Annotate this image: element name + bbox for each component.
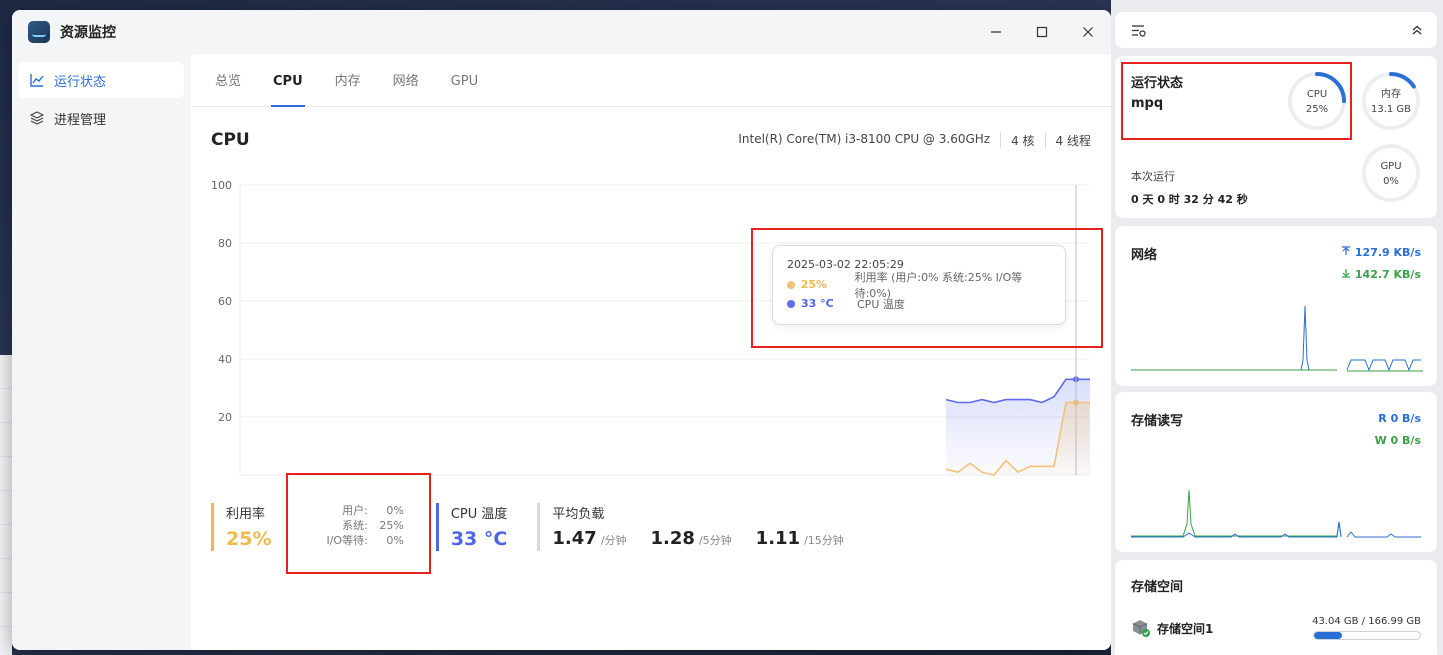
network-download: 142.7 KB/s — [1341, 268, 1421, 281]
disk-read: R 0 B/s — [1378, 412, 1421, 425]
y-tick-label: 60 — [218, 295, 232, 308]
sidebar-item-process[interactable]: 进程管理 — [18, 100, 184, 136]
collapse-icon[interactable] — [1411, 24, 1423, 36]
highlight-box-breakdown — [286, 473, 431, 574]
load-label: 平均负载 — [552, 507, 605, 522]
tab-overview[interactable]: 总览 — [215, 70, 241, 106]
maximize-icon — [1036, 26, 1048, 38]
settings-list-icon[interactable] — [1131, 24, 1147, 37]
util-value: 25% — [226, 528, 272, 550]
layers-icon — [30, 111, 44, 125]
disk-io-card[interactable]: 存储读写 R 0 B/s W 0 B/s — [1115, 392, 1437, 552]
y-tick-label: 80 — [218, 237, 232, 250]
mem-ring-label: 内存 — [1381, 89, 1401, 100]
mem-ring-value: 13.1 GB — [1370, 104, 1412, 115]
network-title: 网络 — [1131, 248, 1158, 263]
disk-io-sparkline — [1131, 489, 1421, 538]
cpu-title: CPU — [211, 130, 250, 150]
tab-cpu[interactable]: CPU — [271, 74, 305, 107]
uptime-value: 0 天 0 时 32 分 42 秒 — [1131, 193, 1248, 206]
util-label: 利用率 — [226, 507, 266, 522]
line-chart-icon — [30, 74, 44, 87]
cpu-threads: 4 线程 — [1044, 131, 1091, 149]
sidebar: 运行状态 进程管理 — [12, 54, 190, 650]
disk-io-title: 存储读写 — [1131, 414, 1184, 429]
highlight-box-tooltip — [751, 228, 1103, 348]
tab-memory[interactable]: 内存 — [335, 70, 361, 106]
storage-name: 存储空间1 — [1157, 621, 1214, 636]
maximize-button[interactable] — [1019, 10, 1065, 54]
y-tick-label: 20 — [218, 411, 232, 424]
gpu-ring: GPU 0% — [1360, 142, 1422, 204]
storage-card[interactable]: 存储空间 存储空间1 43.04 GB / 166.99 GB — [1115, 560, 1437, 655]
download-arrow-icon — [1342, 269, 1351, 278]
widget-panel: 运行状态 mpq CPU 25% 内存 13.1 GB GPU 0% 本次运行 0 天… — [1111, 0, 1443, 655]
temp-label: CPU 温度 — [450, 507, 508, 522]
cpu-cores: 4 核 — [1000, 131, 1044, 149]
storage-bar-fill — [1314, 632, 1342, 639]
tab-gpu[interactable]: GPU — [451, 74, 478, 106]
load-5-unit: /5分钟 — [698, 534, 732, 547]
storage-title: 存储空间 — [1131, 580, 1184, 595]
resource-monitor-window: 资源监控 运行状态 进程管理 总览 CPU 内存 网络 GPU CPU Inte… — [12, 10, 1111, 650]
memory-ring: 内存 13.1 GB — [1360, 70, 1422, 132]
uptime-label: 本次运行 — [1131, 170, 1175, 183]
network-card[interactable]: 网络 127.9 KB/s 142.7 KB/s — [1115, 226, 1437, 386]
temp-value: 33 °C — [450, 528, 508, 550]
minimize-button[interactable] — [973, 10, 1019, 54]
tab-network[interactable]: 网络 — [393, 70, 419, 106]
load-15-value: 1.11 — [755, 528, 801, 549]
close-button[interactable] — [1065, 10, 1111, 54]
main-content: 总览 CPU 内存 网络 GPU CPU Intel(R) Core(TM) i… — [191, 54, 1111, 650]
network-upload: 127.9 KB/s — [1341, 246, 1421, 259]
network-sparkline — [1131, 305, 1423, 372]
sidebar-item-label: 运行状态 — [54, 74, 107, 90]
y-tick-label: 100 — [211, 179, 232, 192]
gpu-ring-value: 0% — [1383, 176, 1399, 187]
load-1-unit: /分钟 — [600, 534, 627, 547]
load-stat: 平均负载 1.47 /分钟 1.28 /5分钟 1.11 /15分钟 — [537, 503, 867, 551]
app-title: 资源监控 — [60, 25, 116, 41]
close-icon — [1083, 27, 1093, 37]
tab-bar: 总览 CPU 内存 网络 GPU — [191, 54, 1111, 107]
load-5-value: 1.28 — [650, 528, 695, 549]
status-card[interactable]: 运行状态 mpq CPU 25% 内存 13.1 GB GPU 0% 本次运行 0 天… — [1115, 56, 1437, 218]
minimize-icon — [991, 31, 1001, 33]
background-window-fragment — [0, 355, 12, 655]
app-icon — [28, 21, 50, 43]
disk-write: W 0 B/s — [1374, 434, 1421, 447]
upload-arrow-icon — [1342, 246, 1351, 255]
title-bar: 资源监控 — [12, 10, 1111, 54]
y-tick-label: 40 — [218, 353, 232, 366]
load-15-unit: /15分钟 — [804, 534, 844, 547]
gpu-ring-label: GPU — [1380, 161, 1402, 172]
panel-toolbar — [1115, 12, 1437, 48]
highlight-box-status — [1121, 62, 1352, 140]
storage-cube-icon — [1132, 620, 1150, 637]
temp-stat: CPU 温度 33 °C — [435, 503, 522, 551]
cpu-model: Intel(R) Core(TM) i3-8100 CPU @ 3.60GHz — [738, 131, 991, 146]
load-1-value: 1.47 — [552, 528, 597, 549]
sidebar-item-status[interactable]: 运行状态 — [18, 62, 184, 98]
storage-usage: 43.04 GB / 166.99 GB — [1312, 616, 1421, 627]
sidebar-item-label: 进程管理 — [54, 112, 107, 128]
storage-bar — [1313, 631, 1421, 640]
